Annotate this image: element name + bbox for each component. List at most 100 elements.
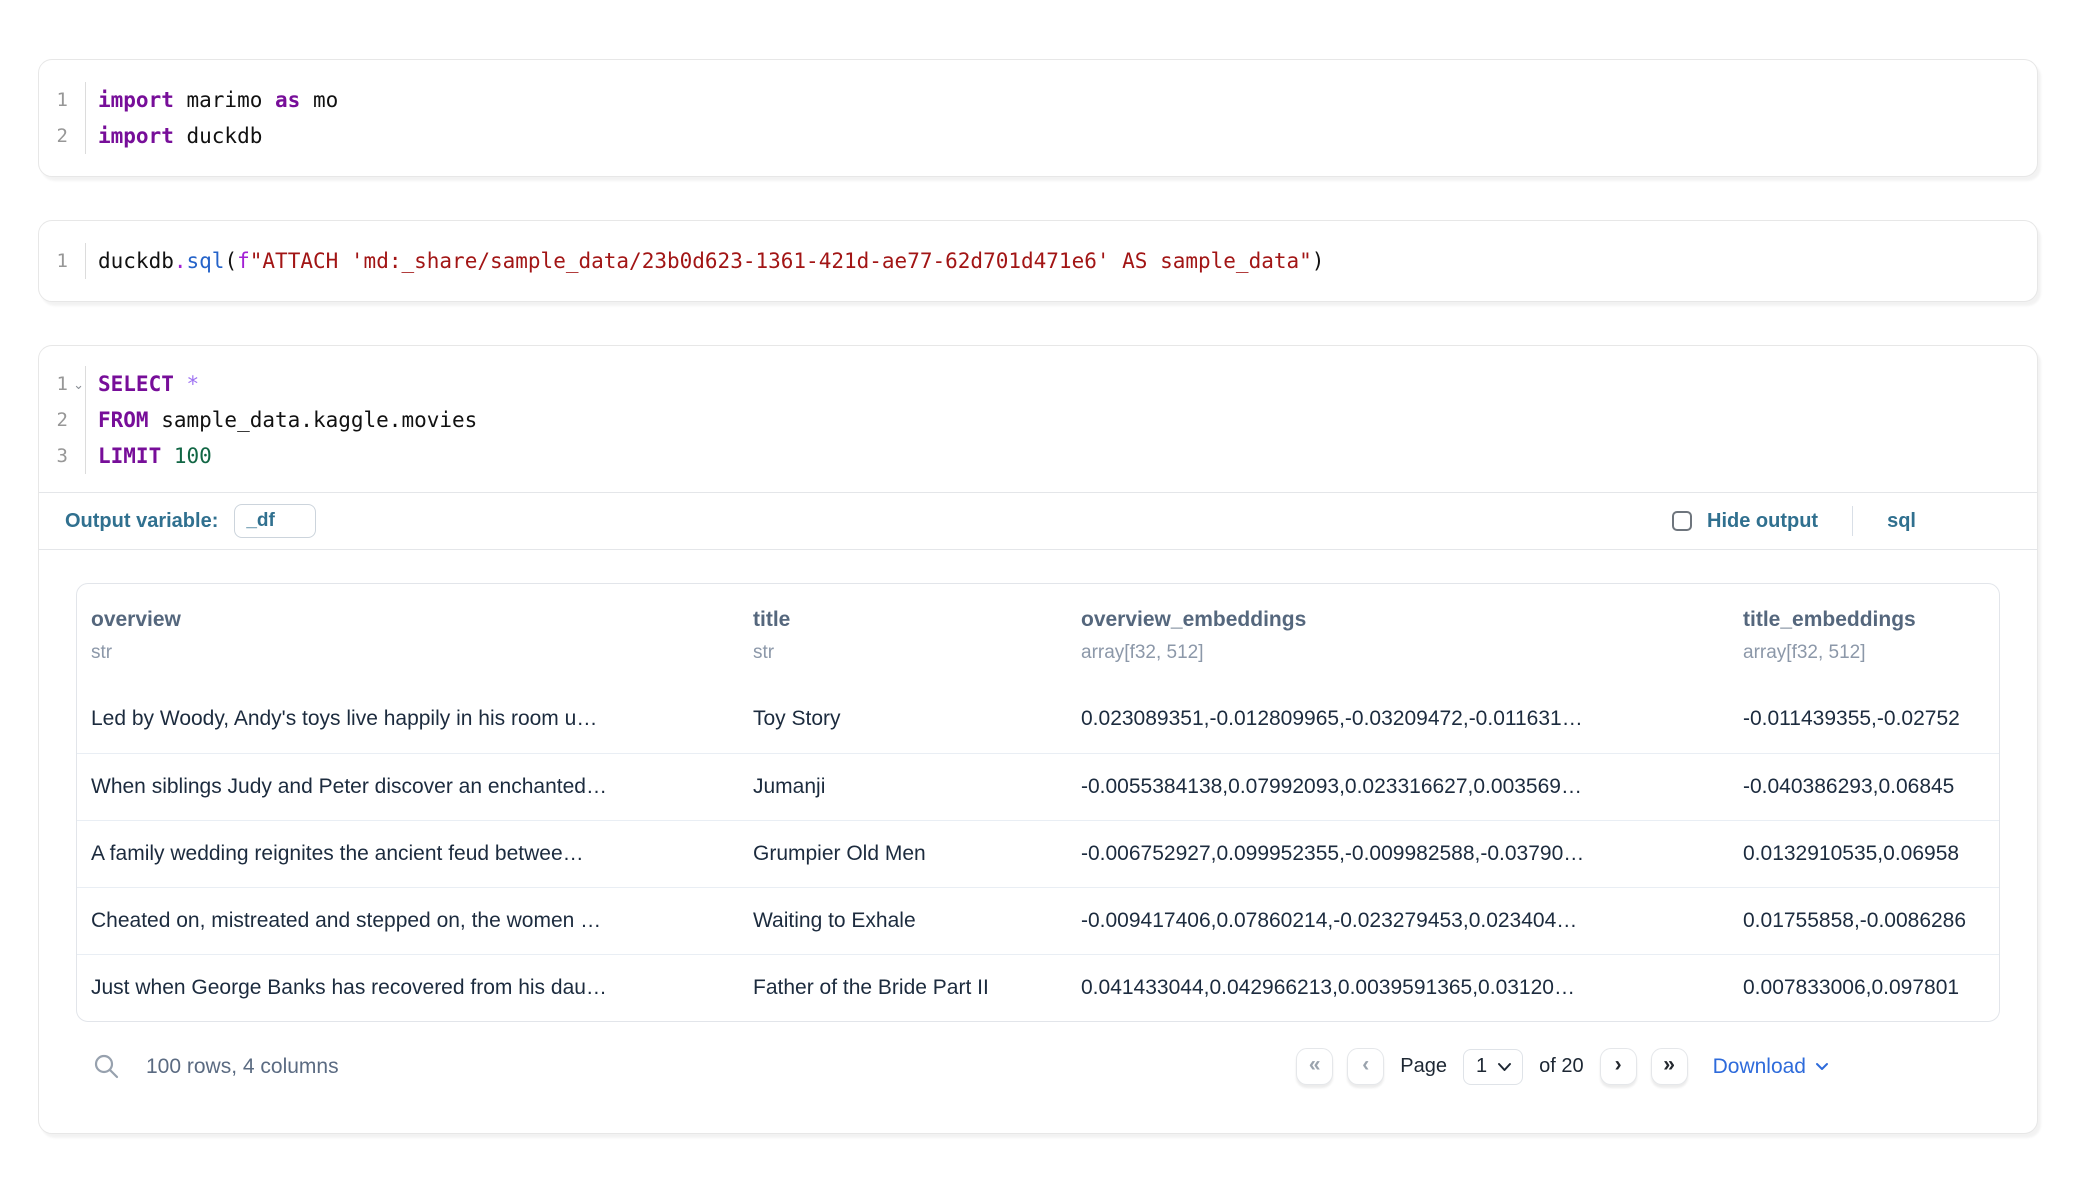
code-content[interactable]: LIMIT 100 bbox=[85, 438, 2037, 474]
code-cell-imports: 1import marimo as mo2import duckdb bbox=[38, 59, 2038, 177]
pagination: « ‹ Page 1 of 20 › » bbox=[1296, 1048, 1687, 1085]
code-token: LIMIT bbox=[98, 444, 161, 468]
cell-title_embeddings: -0.011439355,-0.02752 bbox=[1729, 686, 1999, 753]
last-page-button[interactable]: » bbox=[1651, 1048, 1688, 1085]
table-row: A family wedding reignites the ancient f… bbox=[77, 820, 1999, 887]
page-select[interactable]: 1 bbox=[1463, 1049, 1523, 1085]
code-line[interactable]: 2FROM sample_data.kaggle.movies bbox=[39, 402, 2037, 438]
code-content[interactable]: SELECT * bbox=[85, 366, 2037, 402]
code-token: . bbox=[174, 249, 187, 273]
cell-overview: Cheated on, mistreated and stepped on, t… bbox=[77, 887, 739, 954]
cell-title_embeddings: 0.01755858,-0.0086286 bbox=[1729, 887, 1999, 954]
code-token: sql bbox=[187, 249, 225, 273]
page-select-value: 1 bbox=[1476, 1055, 1487, 1078]
code-token: "ATTACH 'md:_share/sample_data/23b0d623-… bbox=[250, 249, 1312, 273]
line-number: 1 bbox=[39, 82, 85, 118]
fold-chevron-icon[interactable]: ⌄ bbox=[73, 367, 84, 403]
line-number: 1 bbox=[39, 243, 85, 279]
column-type: str bbox=[91, 642, 725, 664]
cell-overview_embeddings: -0.009417406,0.07860214,-0.023279453,0.0… bbox=[1067, 887, 1729, 954]
code-token: marimo bbox=[174, 88, 275, 112]
next-page-button[interactable]: › bbox=[1600, 1048, 1637, 1085]
notebook-page: 1import marimo as mo2import duckdb 1duck… bbox=[0, 0, 2086, 1134]
output-variable-input[interactable] bbox=[234, 504, 316, 538]
row-count-summary: 100 rows, 4 columns bbox=[146, 1055, 339, 1079]
line-number: 2 bbox=[39, 118, 85, 154]
code-content[interactable]: import duckdb bbox=[85, 118, 2037, 154]
chevron-down-icon bbox=[1815, 1062, 1829, 1071]
download-button[interactable]: Download bbox=[1713, 1055, 1829, 1079]
cell-title_embeddings: 0.007833006,0.097801 bbox=[1729, 954, 1999, 1021]
code-token: as bbox=[275, 88, 300, 112]
hide-output-checkbox[interactable] bbox=[1672, 511, 1692, 531]
data-table: overviewstrtitlestroverview_embeddingsar… bbox=[76, 583, 2000, 1022]
table-output-section: overviewstrtitlestroverview_embeddingsar… bbox=[39, 550, 2037, 1022]
table-row: Just when George Banks has recovered fro… bbox=[77, 954, 1999, 1021]
table-header: overviewstrtitlestroverview_embeddingsar… bbox=[77, 584, 1999, 686]
column-header-overview[interactable]: overview str bbox=[77, 584, 739, 686]
page-label: Page bbox=[1400, 1055, 1447, 1078]
prev-page-button[interactable]: ‹ bbox=[1347, 1048, 1384, 1085]
code-cell-attach: 1duckdb.sql(f"ATTACH 'md:_share/sample_d… bbox=[38, 220, 2038, 302]
cell-overview_embeddings: 0.023089351,-0.012809965,-0.03209472,-0.… bbox=[1067, 686, 1729, 753]
cell-title: Waiting to Exhale bbox=[739, 887, 1067, 954]
column-type: str bbox=[753, 642, 1053, 664]
first-page-button[interactable]: « bbox=[1296, 1048, 1333, 1085]
code-token: import bbox=[98, 124, 174, 148]
code-token bbox=[161, 444, 174, 468]
table-row: Cheated on, mistreated and stepped on, t… bbox=[77, 887, 1999, 954]
code-token: duckdb bbox=[98, 249, 174, 273]
code-line[interactable]: 2import duckdb bbox=[39, 118, 2037, 154]
code-editor-sql[interactable]: 1⌄SELECT *2FROM sample_data.kaggle.movie… bbox=[39, 346, 2037, 492]
code-line[interactable]: 1import marimo as mo bbox=[39, 82, 2037, 118]
code-token: ( bbox=[224, 249, 237, 273]
table-footer: 100 rows, 4 columns « ‹ Page 1 of 20 › » bbox=[39, 1022, 2037, 1133]
column-type: array[f32, 512] bbox=[1743, 642, 1985, 664]
code-line[interactable]: 1duckdb.sql(f"ATTACH 'md:_share/sample_d… bbox=[39, 243, 2037, 279]
code-editor-imports[interactable]: 1import marimo as mo2import duckdb bbox=[39, 60, 2037, 176]
column-type: array[f32, 512] bbox=[1081, 642, 1715, 664]
sql-cell: 1⌄SELECT *2FROM sample_data.kaggle.movie… bbox=[38, 345, 2038, 1134]
download-label: Download bbox=[1713, 1055, 1806, 1079]
language-label[interactable]: sql bbox=[1887, 510, 1916, 533]
cell-title: Father of the Bride Part II bbox=[739, 954, 1067, 1021]
hide-output-label[interactable]: Hide output bbox=[1707, 510, 1818, 533]
cell-overview: Led by Woody, Andy's toys live happily i… bbox=[77, 686, 739, 753]
divider bbox=[1852, 506, 1853, 536]
code-content[interactable]: duckdb.sql(f"ATTACH 'md:_share/sample_da… bbox=[85, 243, 2037, 279]
cell-title: Grumpier Old Men bbox=[739, 820, 1067, 887]
cell-title_embeddings: 0.0132910535,0.06958 bbox=[1729, 820, 1999, 887]
column-name: overview bbox=[91, 608, 725, 632]
output-variable-bar: Output variable: Hide output sql bbox=[39, 492, 2037, 550]
cell-overview: A family wedding reignites the ancient f… bbox=[77, 820, 739, 887]
table-row: Led by Woody, Andy's toys live happily i… bbox=[77, 686, 1999, 753]
cell-overview_embeddings: -0.0055384138,0.07992093,0.023316627,0.0… bbox=[1067, 753, 1729, 820]
code-token: sample_data.kaggle.movies bbox=[149, 408, 478, 432]
search-icon[interactable] bbox=[93, 1053, 120, 1080]
cell-overview_embeddings: -0.006752927,0.099952355,-0.009982588,-0… bbox=[1067, 820, 1729, 887]
code-token: mo bbox=[300, 88, 338, 112]
code-token: ) bbox=[1312, 249, 1325, 273]
code-content[interactable]: FROM sample_data.kaggle.movies bbox=[85, 402, 2037, 438]
table-row: When siblings Judy and Peter discover an… bbox=[77, 753, 1999, 820]
column-header-overview_embeddings[interactable]: overview_embeddingsarray[f32, 512] bbox=[1067, 584, 1729, 686]
code-line[interactable]: 1⌄SELECT * bbox=[39, 366, 2037, 402]
cell-overview: Just when George Banks has recovered fro… bbox=[77, 954, 739, 1021]
code-editor-attach[interactable]: 1duckdb.sql(f"ATTACH 'md:_share/sample_d… bbox=[39, 221, 2037, 301]
code-line[interactable]: 3LIMIT 100 bbox=[39, 438, 2037, 474]
table-body: Led by Woody, Andy's toys live happily i… bbox=[77, 686, 1999, 1021]
code-token: SELECT bbox=[98, 372, 174, 396]
cell-overview: When siblings Judy and Peter discover an… bbox=[77, 753, 739, 820]
line-number: 3 bbox=[39, 438, 85, 474]
line-number: 1⌄ bbox=[39, 366, 85, 402]
column-header-title[interactable]: titlestr bbox=[739, 584, 1067, 686]
total-pages-label: of 20 bbox=[1539, 1055, 1583, 1078]
column-header-title_embeddings[interactable]: title_embeddings array[f32, 512] bbox=[1729, 584, 1999, 686]
code-content[interactable]: import marimo as mo bbox=[85, 82, 2037, 118]
column-name: title_embeddings bbox=[1743, 608, 1985, 632]
code-token: import bbox=[98, 88, 174, 112]
code-token: * bbox=[187, 372, 200, 396]
chevron-down-icon bbox=[1497, 1062, 1512, 1072]
cell-title: Toy Story bbox=[739, 686, 1067, 753]
line-number: 2 bbox=[39, 402, 85, 438]
